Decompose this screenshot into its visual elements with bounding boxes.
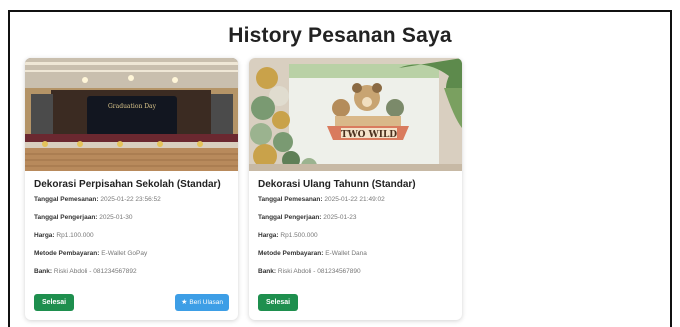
work-date-field: Tanggal Pengerjaan: 2025-01-30 [34,213,229,222]
bank-label: Bank: [258,268,277,275]
give-review-label: Beri Ulasan [189,299,223,306]
price-value: Rp1.100.000 [56,232,94,239]
order-actions: Selesai [258,294,453,311]
star-icon: ★ [181,299,188,306]
bank-label: Bank: [34,268,53,275]
birthday-decoration-image: TWO WILD [249,58,462,171]
price-field: Harga: Rp1.500.000 [258,231,453,240]
price-field: Harga: Rp1.100.000 [34,231,229,240]
order-title: Dekorasi Perpisahan Sekolah (Standar) [34,179,221,190]
stage-banner-text: Graduation Day [108,103,157,110]
bank-value: Riski Abdoli - 081234567892 [53,268,137,275]
bank-field: Bank: Riski Abdoli - 081234567892 [34,267,229,276]
payment-method-value: E-Wallet GoPay [101,250,148,257]
bank-field: Bank: Riski Abdoli - 081234567890 [258,267,453,276]
payment-method-field: Metode Pembayaran: E-Wallet Dana [258,249,453,258]
payment-method-field: Metode Pembayaran: E-Wallet GoPay [34,249,229,258]
order-date-field: Tanggal Pemesanan: 2025-01-22 23:56:52 [34,195,229,204]
work-date-value: 2025-01-30 [99,214,133,221]
payment-method-value: E-Wallet Dana [325,250,367,257]
work-date-label: Tanggal Pengerjaan: [258,214,322,221]
order-image: TWO WILD [249,58,462,171]
page-frame: History Pesanan Saya Graduation Day Deko… [8,10,672,327]
decoration-banner-text: TWO WILD [341,130,397,140]
order-date-label: Tanggal Pemesanan: [34,196,99,203]
work-date-label: Tanggal Pengerjaan: [34,214,98,221]
work-date-field: Tanggal Pengerjaan: 2025-01-23 [258,213,453,222]
order-date-label: Tanggal Pemesanan: [258,196,323,203]
page-title: History Pesanan Saya [228,24,452,47]
order-date-value: 2025-01-22 21:49:02 [324,196,385,203]
give-review-button[interactable]: ★ Beri Ulasan [175,294,229,311]
graduation-stage-image: Graduation Day [25,58,238,171]
order-date-field: Tanggal Pemesanan: 2025-01-22 21:49:02 [258,195,453,204]
payment-method-label: Metode Pembayaran: [258,250,324,257]
work-date-value: 2025-01-23 [323,214,357,221]
order-card: Graduation Day Dekorasi Perpisahan Sekol… [25,58,238,320]
order-date-value: 2025-01-22 23:56:52 [100,196,161,203]
order-card: TWO WILD Dekorasi Ulang Tahunn (Standar)… [249,58,462,320]
price-value: Rp1.500.000 [280,232,318,239]
price-label: Harga: [258,232,279,239]
payment-method-label: Metode Pembayaran: [34,250,100,257]
order-actions: Selesai ★ Beri Ulasan [34,294,229,311]
order-title: Dekorasi Ulang Tahunn (Standar) [258,179,416,190]
status-done-button[interactable]: Selesai [34,294,75,311]
bank-value: Riski Abdoli - 081234567890 [277,268,361,275]
price-label: Harga: [34,232,55,239]
order-image: Graduation Day [25,58,238,171]
status-done-button[interactable]: Selesai [258,294,299,311]
